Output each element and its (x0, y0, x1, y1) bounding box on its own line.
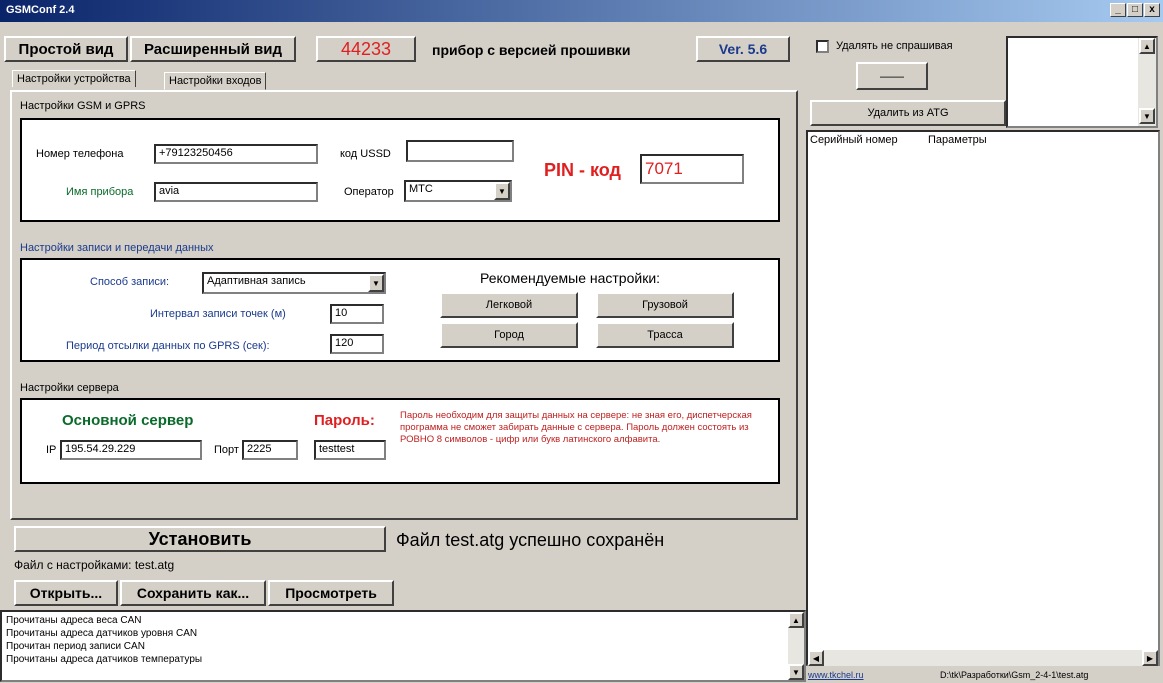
port-label: Порт (214, 444, 239, 456)
chevron-down-icon[interactable]: ▼ (368, 274, 384, 292)
gprs-period-input[interactable]: 120 (330, 334, 384, 354)
ussd-input[interactable] (406, 140, 514, 162)
log-panel[interactable]: Прочитаны адреса веса CAN Прочитаны адре… (0, 610, 806, 682)
ussd-label: код USSD (340, 148, 391, 160)
close-button[interactable]: x (1144, 3, 1160, 17)
preset-truck-button[interactable]: Грузовой (596, 292, 734, 318)
footer-path: D:\tk\Разработки\Gsm_2-4-1\test.atg (940, 670, 1089, 680)
serials-list[interactable]: Серийный номер Параметры (806, 130, 1160, 666)
phone-input[interactable]: +79123250456 (154, 144, 318, 164)
interval-label: Интервал записи точек (м) (150, 308, 286, 320)
operator-value: МТС (409, 183, 433, 195)
log-scrollbar[interactable]: ▲ ▼ (788, 612, 804, 680)
dash-button[interactable]: —— (856, 62, 928, 90)
delete-from-atg-button[interactable]: Удалить из ATG (810, 100, 1006, 126)
log-line: Прочитаны адреса датчиков температуры (6, 654, 203, 665)
record-section-title: Настройки записи и передачи данных (20, 242, 214, 254)
view-button[interactable]: Просмотреть (268, 580, 394, 606)
right-textbox[interactable] (1006, 36, 1158, 128)
right-textbox-scrollbar[interactable]: ▲ ▼ (1138, 38, 1156, 126)
record-method-select[interactable]: Адаптивная запись ▼ (202, 272, 386, 294)
delete-no-ask-checkbox[interactable] (816, 40, 829, 53)
scroll-down-icon[interactable]: ▼ (788, 664, 804, 680)
version-badge: Ver. 5.6 (696, 36, 790, 62)
device-number: 44233 (316, 36, 416, 62)
password-input[interactable]: testtest (314, 440, 386, 460)
interval-input[interactable]: 10 (330, 304, 384, 324)
simple-view-button[interactable]: Простой вид (4, 36, 128, 62)
status-message: Файл test.atg успешно сохранён (396, 530, 665, 550)
column-params-header[interactable]: Параметры (928, 134, 987, 146)
operator-select[interactable]: МТС ▼ (404, 180, 512, 202)
scroll-right-icon[interactable]: ▶ (1142, 650, 1158, 666)
window-title: GSMConf 2.4 (6, 4, 75, 16)
recommended-label: Рекомендуемые настройки: (480, 270, 661, 286)
install-button[interactable]: Установить (14, 526, 386, 552)
minimize-button[interactable]: _ (1110, 3, 1126, 17)
operator-label: Оператор (344, 186, 394, 198)
ip-label: IP (46, 444, 57, 456)
tab-input-settings[interactable]: Настройки входов (164, 72, 267, 90)
main-server-label: Основной сервер (62, 412, 194, 429)
record-method-label: Способ записи: (90, 276, 170, 288)
log-line: Прочитаны адреса веса CAN (6, 615, 142, 626)
delete-no-ask-label: Удалять не спрашивая (836, 40, 953, 52)
maximize-button[interactable]: □ (1127, 3, 1143, 17)
chevron-down-icon[interactable]: ▼ (494, 182, 510, 200)
footer-link[interactable]: www.tkchel.ru (808, 670, 864, 680)
scroll-up-icon[interactable]: ▲ (1139, 38, 1155, 54)
scroll-down-icon[interactable]: ▼ (1139, 108, 1155, 124)
password-label: Пароль: (314, 412, 375, 429)
preset-city-button[interactable]: Город (440, 322, 578, 348)
gsm-section-title: Настройки GSM и GPRS (20, 100, 146, 112)
tab-device-settings[interactable]: Настройки устройства (12, 70, 136, 87)
pin-label: PIN - код (544, 160, 621, 180)
ip-input[interactable]: 195.54.29.229 (60, 440, 202, 460)
file-info: Файл с настройками: test.atg (14, 558, 175, 572)
password-note: Пароль необходим для защиты данных на се… (400, 410, 752, 445)
server-section-title: Настройки сервера (20, 382, 119, 394)
firmware-label: прибор с версией прошивки (432, 42, 631, 58)
log-line: Прочитан период записи CAN (6, 641, 145, 652)
column-serial-header[interactable]: Серийный номер (810, 134, 898, 146)
preset-highway-button[interactable]: Трасса (596, 322, 734, 348)
scroll-left-icon[interactable]: ◀ (808, 650, 824, 666)
port-input[interactable]: 2225 (242, 440, 298, 460)
pin-input[interactable]: 7071 (640, 154, 744, 184)
preset-car-button[interactable]: Легковой (440, 292, 578, 318)
phone-label: Номер телефона (36, 148, 124, 160)
title-bar: GSMConf 2.4 _ □ x (0, 0, 1163, 22)
record-method-value: Адаптивная запись (207, 275, 306, 287)
save-as-button[interactable]: Сохранить как... (120, 580, 266, 606)
gprs-period-label: Период отсылки данных по GPRS (сек): (66, 340, 270, 352)
scroll-up-icon[interactable]: ▲ (788, 612, 804, 628)
open-button[interactable]: Открыть... (14, 580, 118, 606)
extended-view-button[interactable]: Расширенный вид (130, 36, 296, 62)
device-name-label: Имя прибора (66, 186, 134, 198)
log-line: Прочитаны адреса датчиков уровня CAN (6, 628, 198, 639)
serials-h-scrollbar[interactable]: ◀ ▶ (808, 650, 1158, 666)
device-name-input[interactable]: avia (154, 182, 318, 202)
